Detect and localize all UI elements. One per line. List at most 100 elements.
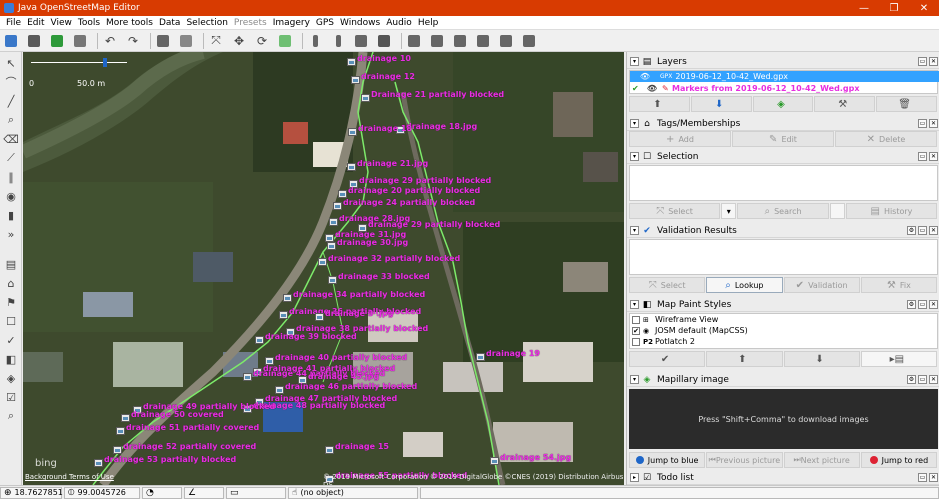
photo-marker-icon[interactable]	[347, 163, 356, 171]
parallel-icon[interactable]: ∥	[2, 169, 20, 185]
activate-style-button[interactable]: ✔	[629, 351, 706, 367]
paint-style-icon[interactable]: ◧	[2, 351, 20, 367]
menu-gps[interactable]: GPS	[313, 18, 337, 28]
scale-slider[interactable]	[103, 58, 107, 67]
style-josm-default[interactable]: ✔ ◉ JOSM default (MapCSS)	[630, 325, 939, 336]
panel-settings-icon[interactable]: ⚙	[907, 375, 916, 384]
search-toggle[interactable]	[829, 203, 845, 219]
relation-icon[interactable]: ⚑	[2, 294, 20, 310]
selection-list[interactable]	[629, 165, 938, 201]
open-file-icon[interactable]	[2, 32, 20, 50]
photo-marker-icon[interactable]	[255, 336, 264, 344]
layer-item-gpx[interactable]: 👁 GPX 2019-06-12_10-42_Wed.gpx	[630, 71, 939, 82]
layer-toggle-icon[interactable]: ▤	[2, 256, 20, 272]
panel-detach-icon[interactable]: ▭	[918, 473, 927, 482]
preferences-icon[interactable]	[154, 32, 172, 50]
menu-more-tools[interactable]: More tools	[103, 18, 156, 28]
photo-marker-icon[interactable]	[325, 234, 334, 242]
marker-label[interactable]: drainage 30.jpg	[337, 238, 408, 247]
collapse-icon[interactable]: ▾	[630, 152, 639, 161]
collapse-icon[interactable]: ▾	[630, 226, 639, 235]
photo-marker-icon[interactable]	[315, 313, 324, 321]
menu-file[interactable]: File	[3, 18, 24, 28]
photo-marker-icon[interactable]	[94, 459, 103, 467]
road-icon[interactable]	[375, 32, 393, 50]
photo-marker-icon[interactable]	[275, 386, 284, 394]
layers-panel-header[interactable]: ▾ ▤ Layers ▭ ✕	[627, 55, 939, 69]
marker-label[interactable]: drainage 15	[335, 442, 389, 451]
collapse-icon[interactable]: ▾	[630, 57, 639, 66]
gps-icon[interactable]: ◉	[2, 188, 20, 204]
train-icon[interactable]	[428, 32, 446, 50]
photo-marker-icon[interactable]	[329, 218, 338, 226]
photo-marker-icon[interactable]	[476, 353, 485, 361]
panel-close-icon[interactable]: ✕	[929, 375, 938, 384]
history-button[interactable]: ▤ History	[845, 203, 937, 219]
photo-marker-icon[interactable]	[327, 242, 336, 250]
marker-label[interactable]: drainage 34 partially blocked	[293, 290, 425, 299]
menu-edit[interactable]: Edit	[24, 18, 47, 28]
menu-windows[interactable]: Windows	[337, 18, 383, 28]
layer-properties-button[interactable]: ⚒	[814, 96, 876, 112]
add-tag-button[interactable]: + Add	[629, 131, 731, 147]
menu-data[interactable]: Data	[156, 18, 184, 28]
collapse-icon[interactable]: ▾	[630, 300, 639, 309]
marker-label[interactable]: drainage 33 blocked	[338, 272, 430, 281]
panel-close-icon[interactable]: ✕	[929, 119, 938, 128]
more-tools-icon[interactable]: »	[2, 226, 20, 242]
photo-marker-icon[interactable]	[347, 58, 356, 66]
search-icon[interactable]: ⌕	[2, 408, 20, 424]
fix-button[interactable]: ⚒ Fix	[860, 277, 937, 293]
merge-layer-button[interactable]: ◈	[752, 96, 814, 112]
menu-imagery[interactable]: Imagery	[270, 18, 313, 28]
style-potlatch[interactable]: P2 Potlatch 2	[630, 336, 939, 347]
people-icon[interactable]	[474, 32, 492, 50]
style-checkbox[interactable]	[632, 315, 640, 324]
panel-detach-icon[interactable]: ▭	[918, 57, 927, 66]
panel-close-icon[interactable]: ✕	[929, 300, 938, 309]
photo-marker-icon[interactable]	[361, 94, 370, 102]
marker-label[interactable]: drainage 50 covered	[131, 410, 224, 419]
extrude-icon[interactable]: ▮	[2, 207, 20, 223]
marker-label[interactable]: drainage 12	[361, 72, 415, 81]
zoom-icon[interactable]: ⌕	[2, 112, 20, 128]
photo-marker-icon[interactable]	[279, 311, 288, 319]
marker-label[interactable]: drainage 39 blocked	[265, 332, 357, 341]
todo-panel-header[interactable]: ▸ ☑ Todo list ▭ ✕	[627, 471, 939, 485]
marker-label[interactable]: drainage 21.jpg	[357, 159, 428, 168]
edit-tag-button[interactable]: ✎ Edit	[732, 131, 834, 147]
marker-label[interactable]: drainage 29 partially blocked	[368, 220, 500, 229]
zoom-to-icon[interactable]	[276, 32, 294, 50]
align-column-icon[interactable]	[329, 32, 347, 50]
select-dropdown[interactable]: ▾	[721, 203, 737, 219]
validation-panel-header[interactable]: ▾ ✔ Validation Results ⚙ ▭ ✕	[627, 224, 939, 238]
select-button[interactable]: ⤧ Select	[629, 203, 721, 219]
selection-list-icon[interactable]: ☐	[2, 313, 20, 329]
marker-label[interactable]: drainage 51 partially covered	[126, 423, 259, 432]
panel-detach-icon[interactable]: ▭	[918, 375, 927, 384]
marker-label[interactable]: drainage 46 partially blocked	[285, 382, 417, 391]
info-icon[interactable]	[177, 32, 195, 50]
todo-icon[interactable]: ☑	[2, 389, 20, 405]
split-way-icon[interactable]: ⤧	[207, 32, 225, 50]
close-button[interactable]: ✕	[909, 3, 939, 14]
validate-button[interactable]: ✔ Validation	[783, 277, 860, 293]
marker-label[interactable]: drainage 29 partially blocked	[359, 176, 491, 185]
upload-icon[interactable]	[71, 32, 89, 50]
marker-label[interactable]: drainage 18	[358, 124, 412, 133]
panel-detach-icon[interactable]: ▭	[918, 300, 927, 309]
photo-marker-icon[interactable]	[243, 373, 252, 381]
bus-icon[interactable]	[405, 32, 423, 50]
marker-label[interactable]: drainage 10	[357, 54, 411, 63]
delete-icon[interactable]: ⌫	[2, 131, 20, 147]
photo-marker-icon[interactable]	[328, 276, 337, 284]
photo-marker-icon[interactable]	[121, 414, 130, 422]
photo-marker-icon[interactable]	[490, 457, 499, 465]
search-button[interactable]: ⌕ Search	[737, 203, 829, 219]
tags-panel-header[interactable]: ▾ ⌂ Tags/Memberships ▭ ✕	[627, 117, 939, 131]
marker-label[interactable]: drainage 54.jpg	[500, 453, 571, 462]
mapillary-panel-header[interactable]: ▾ ◈ Mapillary image ⚙ ▭ ✕	[627, 373, 939, 387]
move-style-up-button[interactable]: ⬆	[706, 351, 783, 367]
lasso-icon[interactable]: ⌒	[2, 74, 20, 90]
lookup-button[interactable]: ⌕ Lookup	[706, 277, 783, 293]
